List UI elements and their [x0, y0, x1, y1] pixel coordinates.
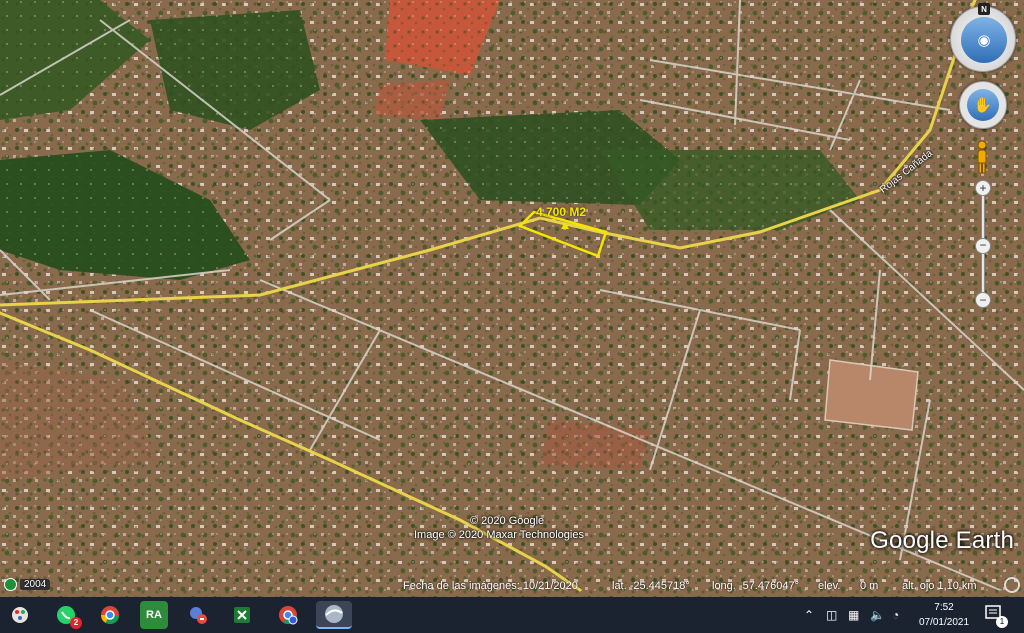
- zoom-in-button[interactable]: +: [975, 180, 991, 196]
- system-clock[interactable]: 7:52 07/01/2021: [914, 600, 974, 630]
- latitude: lat. -25.445718°: [612, 580, 690, 592]
- paint-icon[interactable]: [6, 601, 34, 629]
- zoom-handle[interactable]: −: [975, 238, 991, 254]
- chrome-icon[interactable]: [96, 601, 124, 629]
- google-earth-logo: Google Earth: [870, 527, 1014, 554]
- imagery-date: Fecha de las imágenes: 10/21/2020: [403, 580, 578, 592]
- whatsapp-badge: 2: [70, 617, 82, 629]
- imagery-year[interactable]: 2004: [20, 579, 51, 590]
- historical-imagery-control[interactable]: 2004: [4, 578, 51, 591]
- meet-now-icon[interactable]: ◫: [826, 597, 837, 633]
- tray-chevron-icon[interactable]: ⌃: [804, 597, 814, 633]
- clock-time: 7:52: [934, 602, 954, 613]
- clock-icon[interactable]: [4, 578, 17, 591]
- elevation-label: elev.: [818, 580, 841, 592]
- area-label[interactable]: 4.700 M2: [536, 205, 586, 219]
- action-center-icon[interactable]: 1: [983, 603, 1008, 628]
- eye-altitude: alt. ojo 1,10 km: [902, 580, 977, 592]
- spreadsheet-icon[interactable]: [228, 601, 256, 629]
- notification-count: 1: [996, 616, 1008, 628]
- keyboard-icon[interactable]: ▦: [848, 597, 859, 633]
- chrome-profile-icon[interactable]: [274, 601, 302, 629]
- status-bar: 2004 Fecha de las imágenes: 10/21/2020 l…: [0, 574, 1024, 597]
- volume-icon[interactable]: 🔈: [870, 597, 885, 633]
- google-earth-taskbar-icon[interactable]: [316, 601, 352, 629]
- zoom-out-button[interactable]: −: [975, 292, 991, 308]
- eye-icon: ◉: [961, 17, 1007, 63]
- zoom-slider[interactable]: + − −: [973, 180, 993, 310]
- streaming-icon: [1004, 577, 1020, 593]
- street-view-pegman-icon[interactable]: [975, 140, 989, 174]
- whatsapp-icon[interactable]: 2: [52, 601, 82, 629]
- map-view[interactable]: Rojas Cañada 4.700 M2 © 2020 Google Imag…: [0, 0, 1024, 597]
- wifi-icon[interactable]: ◔: [892, 597, 899, 633]
- taskbar: 2 RA ⌃ ◫ ▦ 🔈 ◔ 7:52 07/01/2021 1: [0, 597, 1024, 633]
- copyright-google: © 2020 Google: [470, 515, 545, 527]
- north-indicator[interactable]: N: [978, 3, 990, 15]
- network-tool-icon[interactable]: [184, 601, 212, 629]
- elevation-value: 0 m: [860, 580, 879, 592]
- look-control[interactable]: N ◉: [950, 3, 1016, 72]
- move-control[interactable]: ✋: [959, 81, 1007, 129]
- longitude: long. -57.476047°: [712, 580, 799, 592]
- clock-date: 07/01/2021: [918, 617, 970, 628]
- satellite-imagery: [0, 0, 1024, 597]
- hand-icon: ✋: [967, 89, 999, 121]
- copyright-maxar: Image © 2020 Maxar Technologies: [414, 529, 584, 541]
- ra-app-icon[interactable]: RA: [140, 601, 168, 629]
